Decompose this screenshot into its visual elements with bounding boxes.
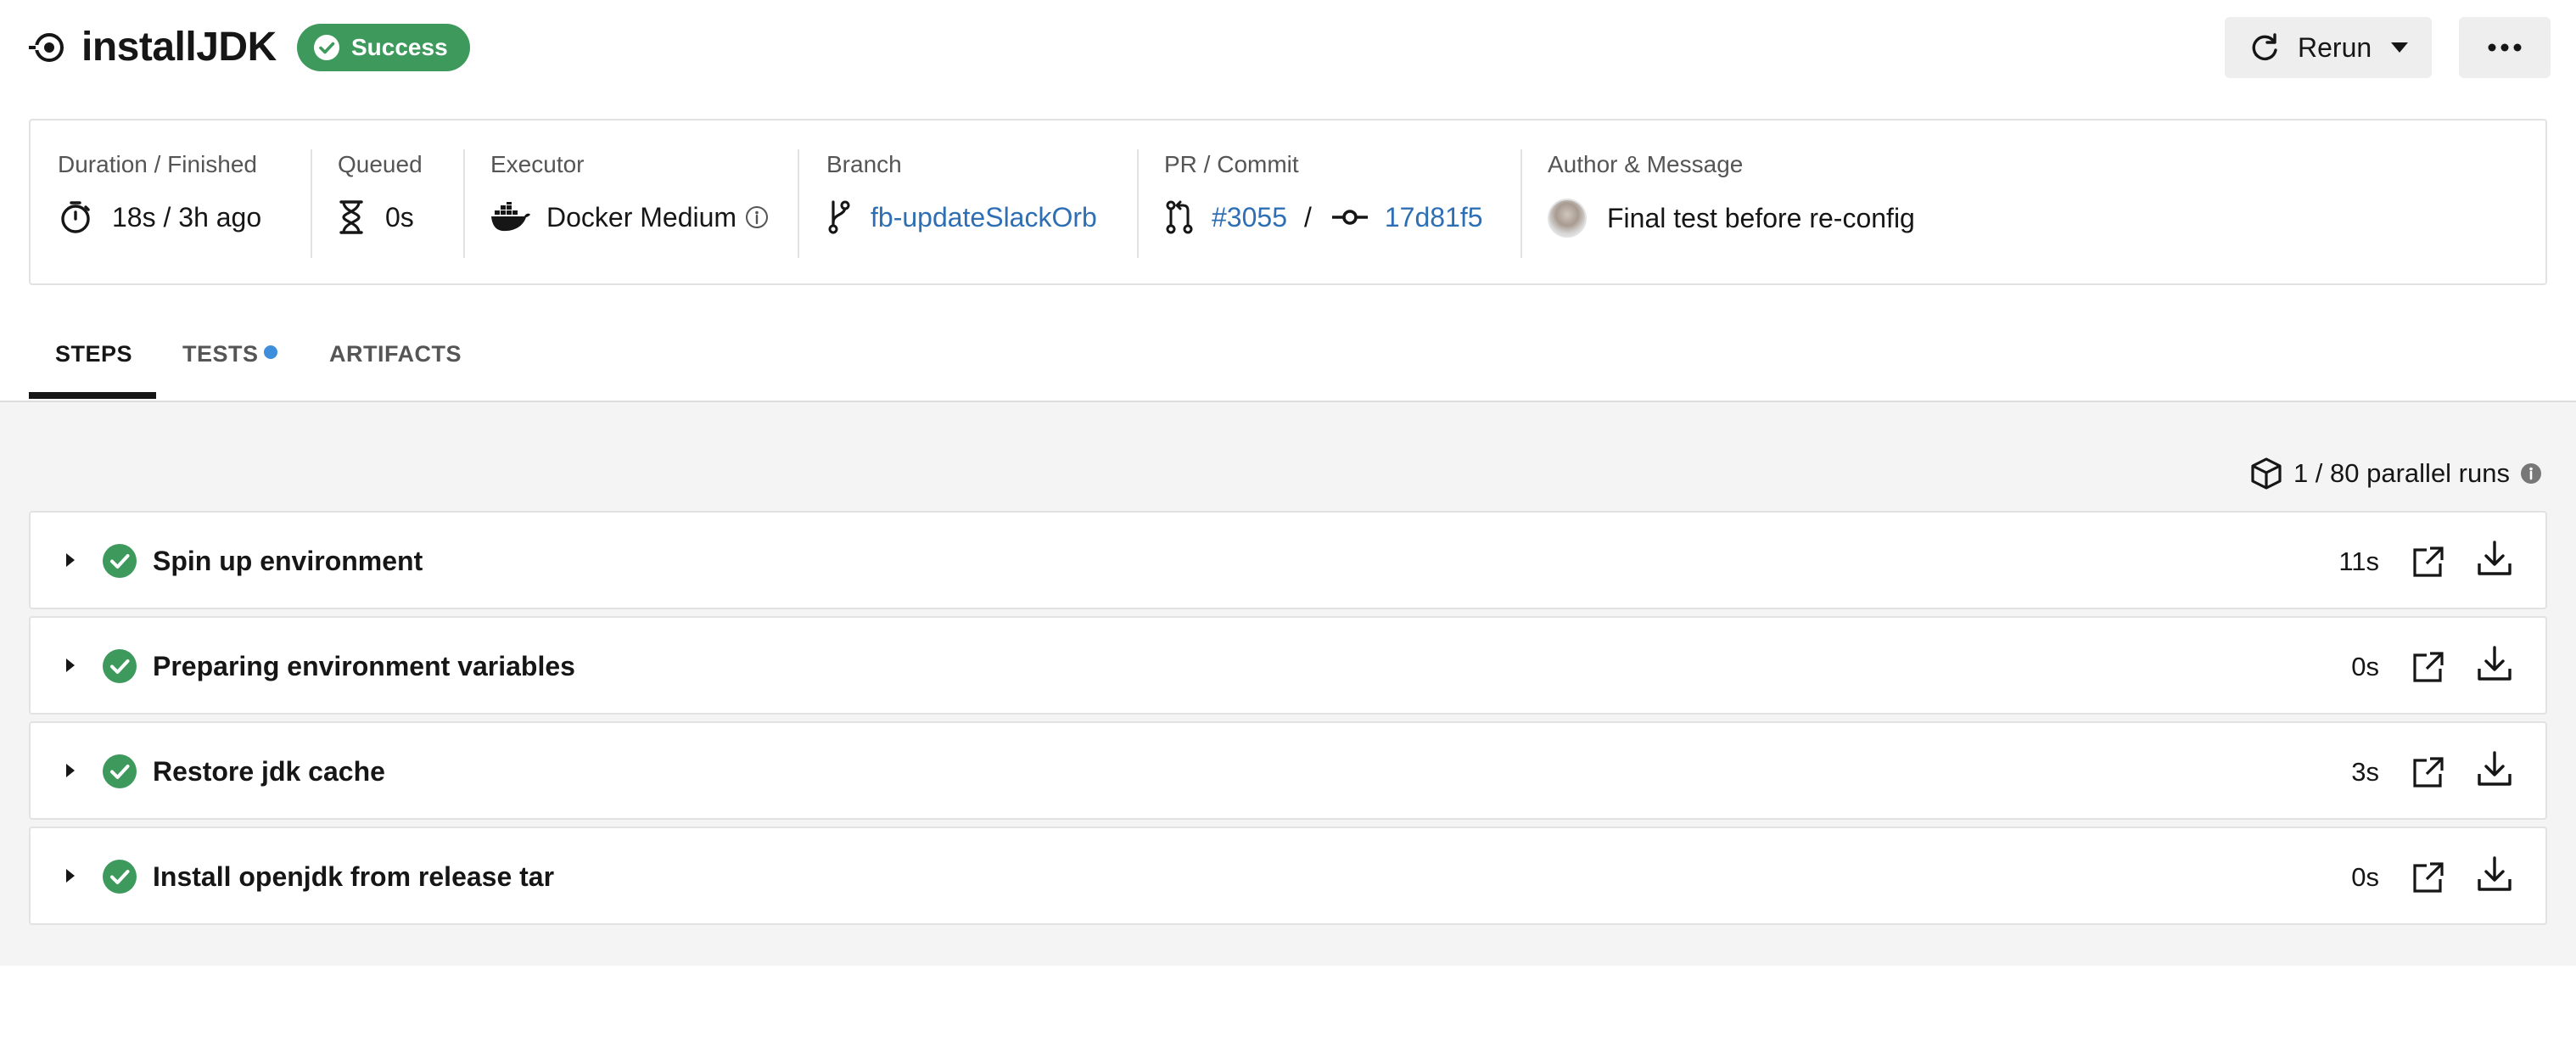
check-circle-icon <box>103 544 137 578</box>
docker-icon <box>491 202 530 232</box>
rerun-button[interactable]: Rerun <box>2225 17 2432 78</box>
divider <box>311 149 312 258</box>
tab-label: TESTS <box>182 341 259 367</box>
rerun-label: Rerun <box>2298 31 2372 63</box>
info-icon[interactable] <box>2520 462 2542 485</box>
step-duration: 0s <box>2351 862 2379 892</box>
duration-section: Duration / Finished 18s / 3h ago <box>58 149 261 258</box>
step-name: Install openjdk from release tar <box>153 861 555 892</box>
cube-icon <box>2251 457 2282 490</box>
status-label: Success <box>351 34 448 60</box>
download-icon[interactable] <box>2476 645 2513 682</box>
parallel-runs: 1 / 80 parallel runs <box>2249 457 2542 490</box>
executor-label: Executor <box>490 151 585 177</box>
stopwatch-icon <box>61 201 90 233</box>
branch-label: Branch <box>826 151 902 177</box>
check-circle-icon <box>103 754 137 788</box>
divider <box>1137 149 1139 258</box>
author-label: Author & Message <box>1548 151 1744 177</box>
caret-right-icon[interactable] <box>64 657 76 674</box>
external-link-icon[interactable] <box>2411 755 2445 789</box>
check-circle-icon <box>314 35 339 60</box>
step-duration: 11s <box>2338 547 2379 576</box>
pull-request-icon <box>1166 200 1193 234</box>
pr-commit-label: PR / Commit <box>1164 151 1299 177</box>
external-link-icon[interactable] <box>2411 650 2445 684</box>
tab-artifacts[interactable]: ARTIFACTS <box>329 341 462 367</box>
caret-right-icon[interactable] <box>64 552 76 569</box>
commit-icon <box>1331 210 1368 225</box>
pr-link[interactable]: #3055 <box>1212 199 1287 236</box>
download-icon[interactable] <box>2476 855 2513 893</box>
commit-link[interactable]: 17d81f5 <box>1385 199 1483 236</box>
divider <box>1520 149 1522 258</box>
tab-label: ARTIFACTS <box>329 341 462 367</box>
step-duration: 0s <box>2351 652 2379 681</box>
job-meta-panel: Duration / Finished 18s / 3h ago Queued … <box>29 119 2547 285</box>
caret-right-icon[interactable] <box>64 867 76 884</box>
branch-link[interactable]: fb-updateSlackOrb <box>871 199 1097 236</box>
step-name: Restore jdk cache <box>153 756 385 787</box>
refresh-icon <box>2252 33 2277 61</box>
info-icon[interactable] <box>745 205 769 229</box>
avatar <box>1548 199 1587 238</box>
download-icon[interactable] <box>2476 750 2513 788</box>
git-branch-icon <box>828 200 850 234</box>
queued-label: Queued <box>338 151 423 177</box>
step-row[interactable]: Preparing environment variables 0s <box>29 616 2547 715</box>
tab-label: STEPS <box>55 341 133 367</box>
ellipsis-icon <box>2488 43 2522 52</box>
notification-dot <box>263 345 277 359</box>
check-circle-icon <box>103 860 137 894</box>
author-section: Author & Message Final test before re-co… <box>1548 149 1915 258</box>
status-badge: Success <box>297 24 470 71</box>
step-row[interactable]: Install openjdk from release tar 0s <box>29 827 2547 925</box>
executor-value: Docker Medium <box>546 202 737 233</box>
check-circle-icon <box>103 649 137 683</box>
divider <box>798 149 799 258</box>
queued-section: Queued 0s <box>338 149 423 258</box>
pr-commit-section: PR / Commit #3055 / 17d81f5 <box>1164 149 1483 258</box>
external-link-icon[interactable] <box>2411 860 2445 894</box>
divider <box>463 149 465 258</box>
caret-right-icon[interactable] <box>64 762 76 779</box>
queued-value: 0s <box>385 202 414 233</box>
duration-value: 18s / 3h ago <box>112 202 262 233</box>
tab-steps[interactable]: STEPS <box>55 341 132 367</box>
pr-commit-separator: / <box>1303 202 1312 233</box>
branch-section: Branch fb-updateSlackOrb <box>826 149 1097 258</box>
more-options-button[interactable] <box>2459 17 2551 78</box>
job-header: installJDK Success Rerun <box>0 0 2576 95</box>
step-name: Spin up environment <box>153 546 423 576</box>
step-duration: 3s <box>2351 757 2379 787</box>
parallel-runs-label: 1 / 80 parallel runs <box>2293 458 2510 488</box>
step-row[interactable]: Restore jdk cache 3s <box>29 721 2547 820</box>
tab-tests[interactable]: TESTS <box>182 341 277 367</box>
job-title: installJDK <box>81 25 277 70</box>
executor-section: Executor Docker Medium <box>490 149 769 258</box>
hourglass-icon <box>339 200 363 234</box>
download-icon[interactable] <box>2476 540 2513 577</box>
step-row[interactable]: Spin up environment 11s <box>29 511 2547 609</box>
chevron-down-icon <box>2391 42 2409 53</box>
duration-label: Duration / Finished <box>58 151 258 177</box>
active-tab-indicator <box>29 392 156 399</box>
external-link-icon[interactable] <box>2411 545 2445 579</box>
step-name: Preparing environment variables <box>153 651 575 681</box>
commit-message: Final test before re-config <box>1607 203 1915 233</box>
job-icon <box>29 33 64 62</box>
